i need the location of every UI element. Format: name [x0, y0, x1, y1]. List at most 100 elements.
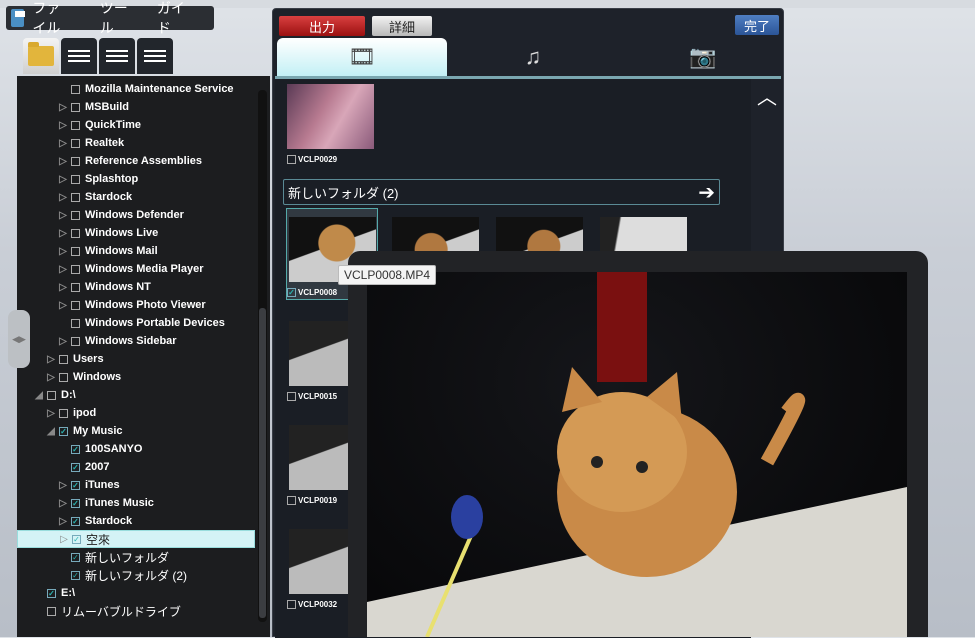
tree-item[interactable]: ▷ Windows Media Player	[17, 260, 255, 278]
expand-arrow-icon[interactable]: ▷	[57, 246, 69, 257]
details-button[interactable]: 詳細	[372, 16, 432, 36]
tree-checkbox[interactable]	[71, 228, 80, 238]
tree-item[interactable]: ▷ Stardock	[17, 188, 255, 206]
menu-guide[interactable]: ガイド	[157, 0, 188, 38]
expand-arrow-icon[interactable]: ▷	[57, 138, 69, 149]
tab-video[interactable]: 🎞	[277, 38, 447, 76]
clip-caption[interactable]: VCLP0032	[287, 600, 337, 609]
numeric-view-tab[interactable]	[137, 38, 173, 74]
tree-item[interactable]: ▷ Users	[17, 350, 255, 368]
tree-checkbox[interactable]: ✓	[72, 534, 81, 544]
tree-item[interactable]: ▷ Reference Assemblies	[17, 152, 255, 170]
save-icon[interactable]	[11, 9, 26, 27]
clip-checkbox[interactable]	[287, 496, 296, 505]
tree-item[interactable]: ▷ Windows Defender	[17, 206, 255, 224]
tree-checkbox[interactable]	[71, 336, 80, 346]
tree-item[interactable]: ▷ ✓ iTunes	[17, 476, 255, 494]
tree-item[interactable]: ▷ ✓ iTunes Music	[17, 494, 255, 512]
expand-arrow-icon[interactable]: ▷	[57, 282, 69, 293]
tree-item[interactable]: ▷ ✓ Stardock	[17, 512, 255, 530]
checklist-view-tab[interactable]	[61, 38, 97, 74]
expand-arrow-icon[interactable]: ▷	[57, 480, 69, 491]
tree-checkbox[interactable]: ✓	[71, 570, 80, 580]
panel-resize-handle[interactable]: ◀▶	[8, 310, 30, 368]
tree-checkbox[interactable]	[47, 606, 56, 616]
expand-arrow-icon[interactable]: ▷	[57, 156, 69, 167]
tree-checkbox[interactable]	[71, 120, 80, 130]
tree-item[interactable]: Windows Portable Devices	[17, 314, 255, 332]
output-button[interactable]: 出力	[279, 16, 365, 36]
expand-arrow-icon[interactable]: ▷	[45, 354, 57, 365]
clip-thumbnail[interactable]	[287, 84, 374, 149]
tree-item[interactable]: ▷ MSBuild	[17, 98, 255, 116]
tree-checkbox[interactable]: ✓	[47, 588, 56, 598]
tree-item[interactable]: ▷ Windows Live	[17, 224, 255, 242]
tree-item[interactable]: ✓ 新しいフォルダ	[17, 548, 255, 566]
tree-checkbox[interactable]	[59, 372, 68, 382]
tree-checkbox[interactable]: ✓	[71, 498, 80, 508]
tree-checkbox[interactable]	[59, 354, 68, 364]
tree-checkbox[interactable]: ✓	[71, 552, 80, 562]
arrow-right-icon[interactable]: ➔	[698, 180, 715, 205]
clip-caption[interactable]: VCLP0015	[287, 392, 337, 401]
folder-view-tab[interactable]	[23, 38, 59, 74]
tree-item[interactable]: ▷ ipod	[17, 404, 255, 422]
tree-item[interactable]: リムーバブルドライブ	[17, 602, 255, 620]
tree-item[interactable]: ▷ ✓ 空來	[17, 530, 255, 548]
tree-checkbox[interactable]: ✓	[59, 426, 68, 436]
tab-photo[interactable]: 📷	[618, 38, 788, 76]
expand-arrow-icon[interactable]: ▷	[58, 534, 70, 545]
clip-caption[interactable]: VCLP0029	[287, 155, 337, 164]
clip-caption[interactable]: ✓ VCLP0008	[287, 288, 337, 297]
scrollbar-thumb[interactable]	[259, 308, 266, 618]
expand-arrow-icon[interactable]: ▷	[57, 228, 69, 239]
tree-item[interactable]: ▷ Windows NT	[17, 278, 255, 296]
tree-checkbox[interactable]	[71, 174, 80, 184]
tree-item[interactable]: ▷ Windows Photo Viewer	[17, 296, 255, 314]
expand-arrow-icon[interactable]: ▷	[57, 264, 69, 275]
clip-checkbox[interactable]	[287, 155, 296, 164]
tree-item[interactable]: ▷ Windows Sidebar	[17, 332, 255, 350]
tree-item[interactable]: Mozilla Maintenance Service	[17, 80, 255, 98]
tree-checkbox[interactable]	[71, 84, 80, 94]
tree-item[interactable]: ▷ Windows Mail	[17, 242, 255, 260]
expand-arrow-icon[interactable]: ▷	[57, 120, 69, 131]
menu-file[interactable]: ファイル	[32, 0, 73, 38]
tree-item[interactable]: ✓ 新しいフォルダ (2)	[17, 566, 255, 584]
expand-arrow-icon[interactable]: ▷	[57, 210, 69, 221]
tree-scrollbar[interactable]	[258, 90, 267, 622]
tree-checkbox[interactable]	[71, 264, 80, 274]
clip-checkbox[interactable]	[287, 392, 296, 401]
expanded-arrow-icon[interactable]: ◢	[45, 426, 57, 437]
tree-checkbox[interactable]	[71, 318, 80, 328]
tree-item[interactable]: ✓ E:\	[17, 584, 255, 602]
tree-item[interactable]: ✓ 100SANYO	[17, 440, 255, 458]
tree-checkbox[interactable]	[71, 210, 80, 220]
tree-checkbox[interactable]: ✓	[71, 444, 80, 454]
tree-item[interactable]: ✓ 2007	[17, 458, 255, 476]
alphabetical-view-tab[interactable]	[99, 38, 135, 74]
tree-item[interactable]: ▷ Splashtop	[17, 170, 255, 188]
tree-item[interactable]: ▷ QuickTime	[17, 116, 255, 134]
tree-checkbox[interactable]	[59, 408, 68, 418]
menu-tools[interactable]: ツール	[100, 0, 131, 38]
folder-header[interactable]: 新しいフォルダ (2) ➔	[283, 179, 720, 205]
expand-arrow-icon[interactable]: ▷	[45, 372, 57, 383]
clip-checkbox[interactable]: ✓	[287, 288, 296, 297]
tree-checkbox[interactable]	[71, 300, 80, 310]
tree-checkbox[interactable]	[71, 138, 80, 148]
expand-arrow-icon[interactable]: ▷	[57, 498, 69, 509]
tree-checkbox[interactable]	[71, 282, 80, 292]
video-preview[interactable]	[367, 272, 907, 637]
expand-arrow-icon[interactable]: ▷	[57, 336, 69, 347]
tree-checkbox[interactable]: ✓	[71, 462, 80, 472]
clip-checkbox[interactable]	[287, 600, 296, 609]
expand-arrow-icon[interactable]: ▷	[57, 192, 69, 203]
expand-arrow-icon[interactable]: ▷	[57, 300, 69, 311]
expand-arrow-icon[interactable]: ▷	[45, 408, 57, 419]
tab-music[interactable]: ♫	[448, 38, 618, 76]
expanded-arrow-icon[interactable]: ◢	[33, 390, 45, 401]
tree-checkbox[interactable]: ✓	[71, 480, 80, 490]
tree-checkbox[interactable]	[71, 192, 80, 202]
expand-arrow-icon[interactable]: ▷	[57, 174, 69, 185]
